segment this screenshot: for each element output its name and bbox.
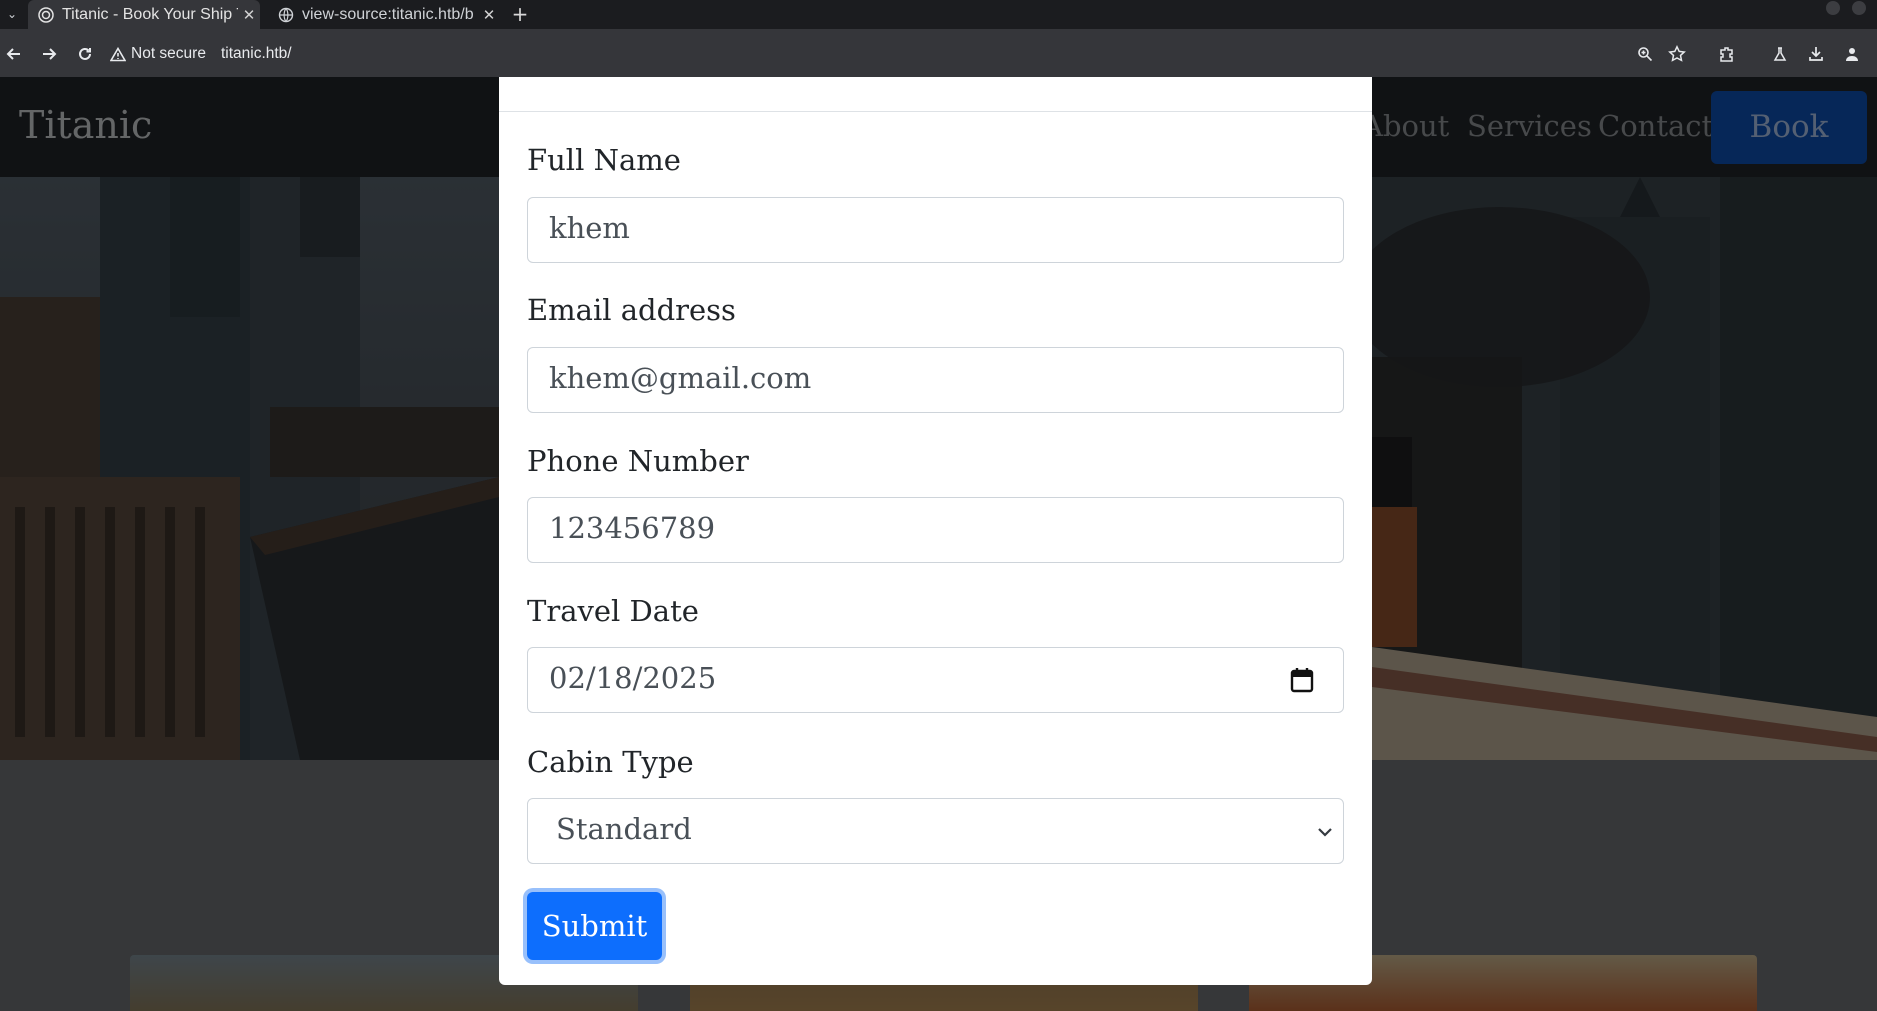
warning-icon: [110, 46, 126, 61]
tab-title: Titanic - Book Your Ship T: [62, 5, 238, 23]
phone-label: Phone Number: [527, 444, 749, 478]
plus-icon[interactable]: +: [508, 0, 532, 29]
email-input[interactable]: khem@gmail.com: [527, 347, 1344, 413]
cabin-type-value: Standard: [556, 812, 692, 846]
window-close-button[interactable]: [1852, 1, 1866, 15]
labs-icon[interactable]: [1769, 43, 1791, 65]
email-label: Email address: [527, 293, 736, 327]
address-bar[interactable]: Not secure titanic.htb/: [110, 37, 1650, 71]
tab-list-icon[interactable]: ⌄: [2, 4, 22, 24]
travel-date-input[interactable]: 02/18/2025: [527, 647, 1344, 713]
cabin-type-select[interactable]: Standard: [527, 798, 1344, 864]
phone-input[interactable]: 123456789: [527, 497, 1344, 563]
submit-button[interactable]: Submit: [527, 892, 662, 960]
full-name-input[interactable]: khem: [527, 197, 1344, 263]
travel-date-label: Travel Date: [527, 594, 699, 628]
close-icon[interactable]: ✕: [238, 6, 260, 24]
star-icon[interactable]: [1666, 43, 1688, 65]
window-minimize-button[interactable]: [1826, 1, 1840, 15]
download-icon[interactable]: [1805, 43, 1827, 65]
security-label: Not secure: [131, 45, 206, 62]
full-name-label: Full Name: [527, 143, 681, 177]
security-indicator[interactable]: Not secure: [110, 45, 206, 63]
travel-date-value: 02/18/2025: [549, 661, 717, 695]
modal-header-divider: [499, 111, 1372, 112]
email-value: khem@gmail.com: [549, 361, 812, 395]
reload-icon[interactable]: [74, 43, 96, 65]
cabin-type-label: Cabin Type: [527, 745, 694, 779]
profile-icon[interactable]: [1841, 43, 1863, 65]
tab-strip: ⌄ Titanic - Book Your Ship T ✕ view-sour…: [0, 0, 1877, 29]
calendar-icon[interactable]: [1289, 666, 1315, 694]
forward-icon[interactable]: [38, 43, 60, 65]
tab-titanic[interactable]: Titanic - Book Your Ship T ✕: [28, 0, 260, 29]
url-text: titanic.htb/: [220, 45, 292, 62]
globe-icon: [278, 7, 294, 22]
phone-value: 123456789: [549, 511, 716, 545]
browser-toolbar: Not secure titanic.htb/: [0, 29, 1877, 77]
favicon: [38, 6, 54, 23]
extensions-icon[interactable]: [1716, 43, 1738, 65]
full-name-value: khem: [549, 211, 630, 245]
tab-view-source[interactable]: view-source:titanic.htb/b ✕: [268, 0, 500, 29]
back-icon[interactable]: [3, 43, 25, 65]
zoom-icon[interactable]: [1634, 43, 1656, 65]
close-icon[interactable]: ✕: [478, 6, 500, 24]
booking-modal: Full Name khem Email address khem@gmail.…: [499, 77, 1372, 985]
chevron-down-icon: [1318, 828, 1332, 837]
tab-title: view-source:titanic.htb/b: [302, 5, 474, 23]
